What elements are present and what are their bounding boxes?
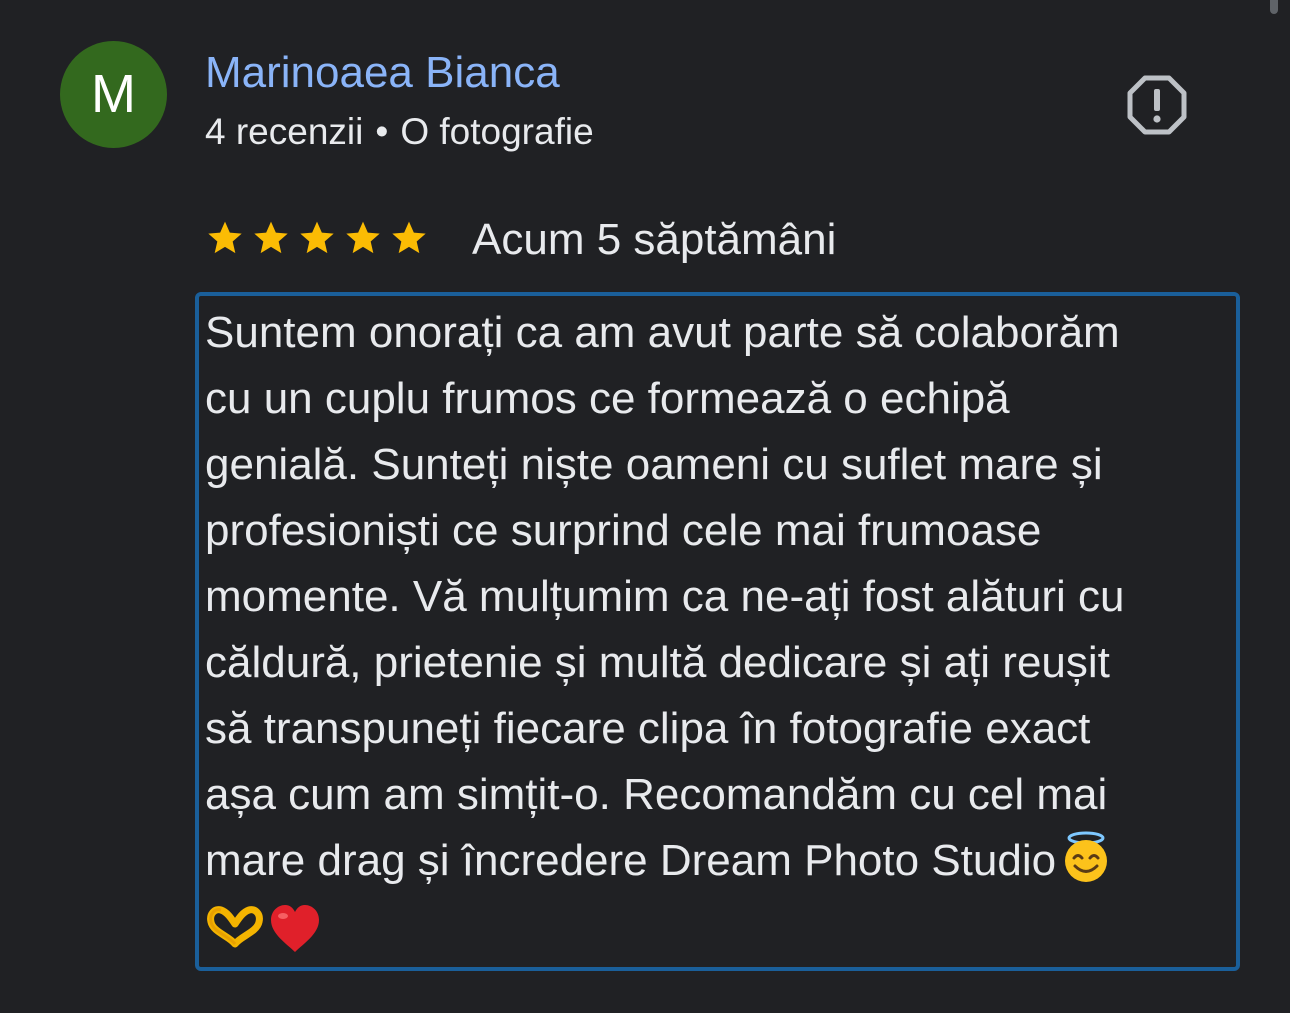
review-line-last: mare drag și încredere Dream Photo Studi… xyxy=(205,828,1235,894)
star-icon xyxy=(392,221,426,254)
reviewer-meta: 4 recenzii • O fotografie xyxy=(205,110,594,154)
photos-count: O fotografie xyxy=(400,111,594,152)
review-line: căldură, prietenie și multă dedicare și … xyxy=(205,638,1110,687)
review-line: profesioniști ce surprind cele mai frumo… xyxy=(205,506,1042,555)
star-icon xyxy=(300,221,334,254)
review-line: așa cum am simțit-o. Recomandăm cu cel m… xyxy=(205,770,1108,819)
reviewer-name[interactable]: Marinoaea Bianca xyxy=(205,46,560,100)
heart-hands-icon xyxy=(207,906,263,948)
red-heart-icon xyxy=(271,905,319,952)
report-review-button[interactable] xyxy=(1126,74,1188,136)
review-line: genială. Sunteți niște oameni cu suflet … xyxy=(205,440,1103,489)
review-line: cu un cuplu frumos ce formează o echipă xyxy=(205,374,1010,423)
meta-separator: • xyxy=(375,111,389,152)
review-emoji-row xyxy=(205,894,1235,960)
review-text: Suntem onorați ca am avut parte să colab… xyxy=(205,300,1235,960)
star-icon xyxy=(254,221,288,254)
report-flag-octagon-icon xyxy=(1127,75,1187,135)
avatar[interactable]: M xyxy=(60,41,167,148)
scrollbar[interactable] xyxy=(1270,0,1278,14)
star-rating xyxy=(205,216,429,260)
review-date: Acum 5 săptămâni xyxy=(472,215,837,264)
reviews-count: 4 recenzii xyxy=(205,111,364,152)
review-line: Suntem onorați ca am avut parte să colab… xyxy=(205,308,1120,357)
star-icon xyxy=(208,221,242,254)
review-line: să transpuneți fiecare clipa în fotograf… xyxy=(205,704,1091,753)
review-line-text: mare drag și încredere Dream Photo Studi… xyxy=(205,836,1057,885)
star-icon xyxy=(346,221,380,254)
review-line: momente. Vă mulțumim ca ne-ați fost alăt… xyxy=(205,572,1125,621)
smiling-face-with-halo-icon xyxy=(1065,831,1108,882)
